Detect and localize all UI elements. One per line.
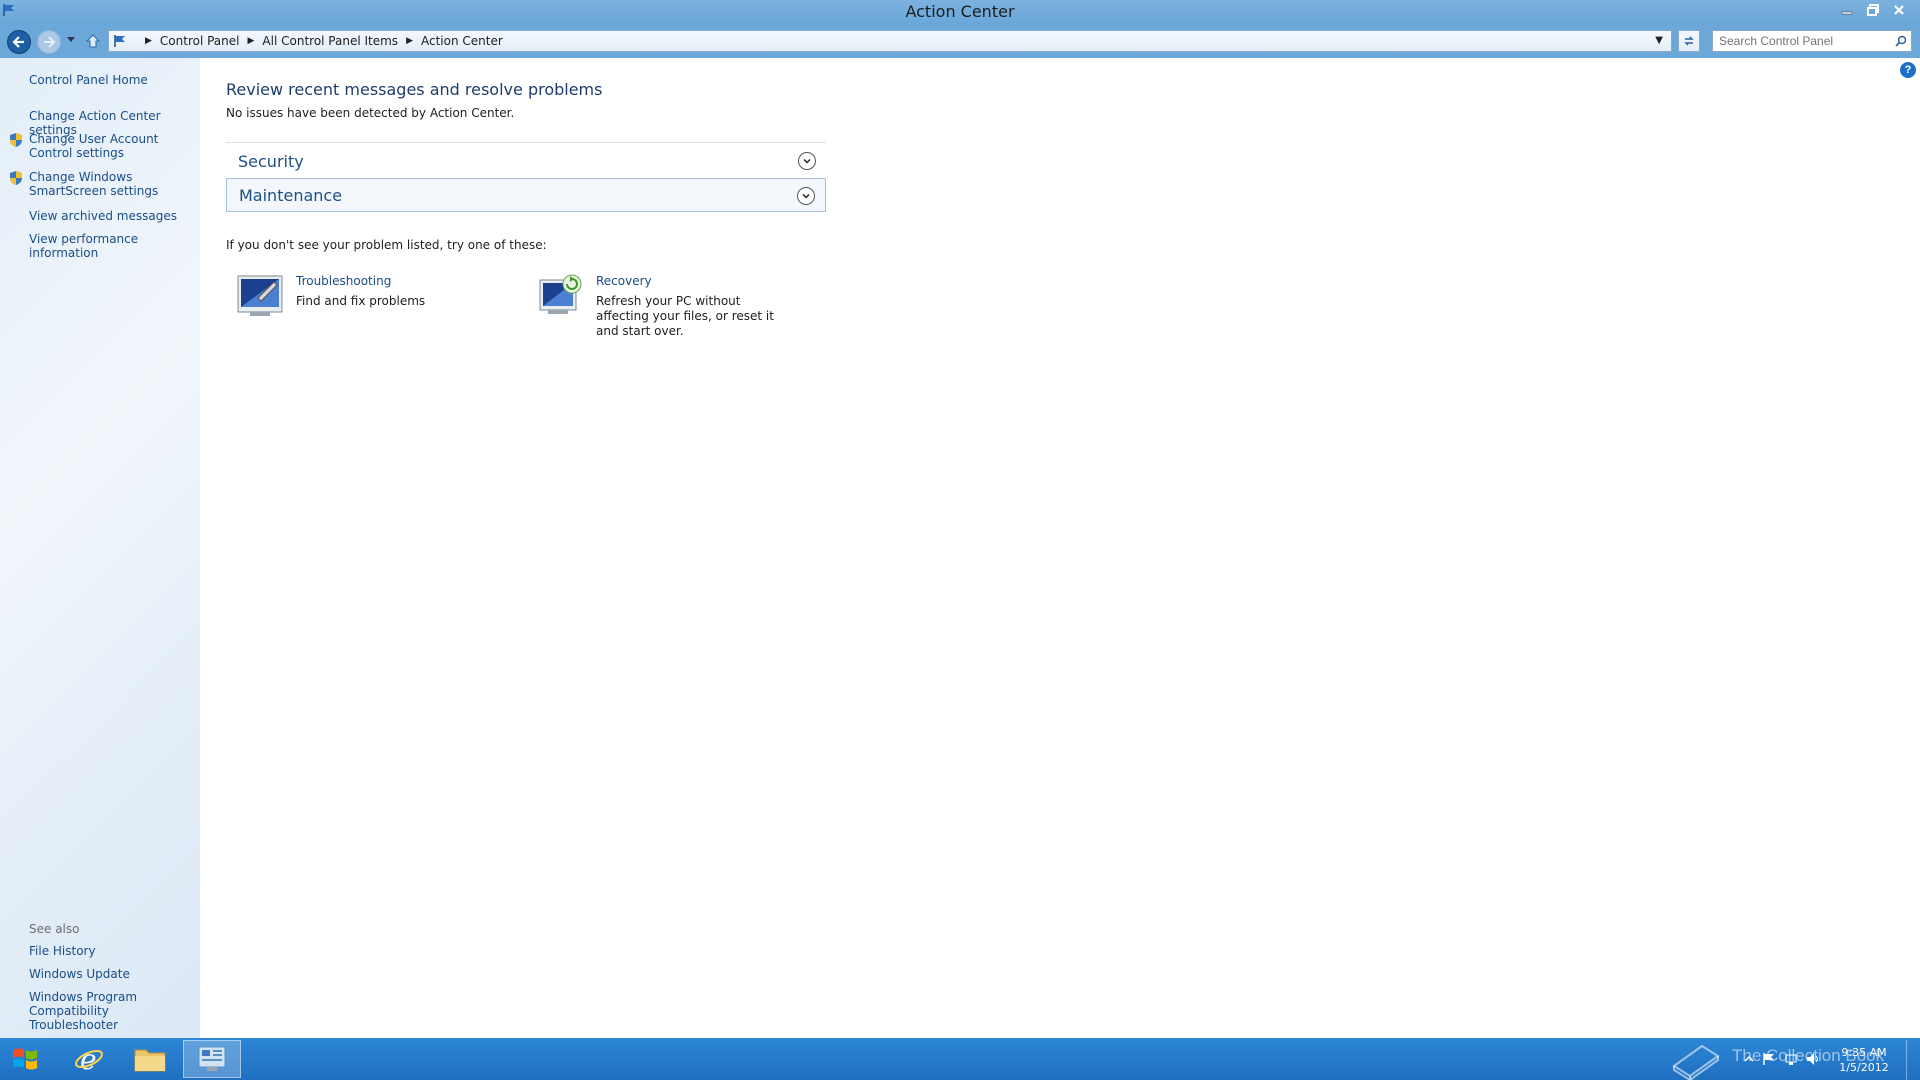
control-panel-flag-icon <box>114 35 125 47</box>
link-file-history[interactable]: File History <box>29 944 197 958</box>
troubleshooting-description: Find and fix problems <box>296 294 426 308</box>
section-security[interactable]: Security <box>226 144 826 178</box>
taskbar: e <box>0 1038 1920 1080</box>
uac-shield-icon <box>10 171 22 185</box>
troubleshooting-link[interactable]: Troubleshooting <box>296 274 391 288</box>
volume-icon[interactable] <box>1806 1052 1820 1066</box>
taskbar-control-panel[interactable] <box>183 1040 241 1078</box>
troubleshoot-hint: If you don't see your problem listed, tr… <box>226 238 547 252</box>
up-arrow-icon[interactable] <box>85 33 101 49</box>
search-icon[interactable] <box>1891 35 1911 47</box>
breadcrumb-control-panel[interactable]: Control Panel <box>160 34 240 48</box>
link-view-archived-messages[interactable]: View archived messages <box>29 209 197 223</box>
system-clock[interactable]: 9:35 AM 1/5/2012 <box>1834 1045 1894 1075</box>
control-panel-icon <box>198 1046 226 1071</box>
minimize-icon <box>1841 11 1853 15</box>
link-view-performance-information[interactable]: View performance information <box>29 232 197 260</box>
recovery-link[interactable]: Recovery <box>596 274 652 288</box>
uac-shield-icon <box>10 133 22 147</box>
breadcrumb-separator-icon[interactable]: ▶ <box>248 36 255 46</box>
address-field[interactable]: ▶ Control Panel ▶ All Control Panel Item… <box>108 30 1672 52</box>
close-button[interactable] <box>1886 0 1912 20</box>
link-change-uac-settings[interactable]: Change User Account Control settings <box>29 132 197 160</box>
restore-button[interactable] <box>1860 0 1886 20</box>
windows-start-icon[interactable] <box>10 1044 40 1074</box>
refresh-button[interactable] <box>1678 30 1700 52</box>
see-also-heading: See also <box>29 922 80 936</box>
restore-icon <box>1867 4 1879 16</box>
show-hidden-icons-icon[interactable] <box>1742 1052 1756 1066</box>
action-center-tray-icon[interactable] <box>1762 1052 1776 1066</box>
breadcrumb-all-items[interactable]: All Control Panel Items <box>262 34 398 48</box>
clock-time: 9:35 AM <box>1841 1046 1887 1059</box>
search-input[interactable] <box>1713 34 1891 48</box>
folder-icon <box>134 1049 166 1072</box>
page-title: Review recent messages and resolve probl… <box>226 80 603 99</box>
internet-explorer-icon: e <box>75 1044 103 1074</box>
window-controls <box>1834 0 1912 20</box>
refresh-icon <box>1684 36 1694 46</box>
recent-pages-dropdown-icon[interactable] <box>67 37 75 43</box>
link-program-compatibility-troubleshooter[interactable]: Windows Program Compatibility Troublesho… <box>29 990 194 1032</box>
link-change-smartscreen-settings[interactable]: Change Windows SmartScreen settings <box>29 170 197 198</box>
network-icon[interactable] <box>1784 1052 1798 1066</box>
arrow-left-icon <box>12 36 24 48</box>
breadcrumb-separator-icon[interactable]: ▶ <box>145 36 152 46</box>
main-content: ? Review recent messages and resolve pro… <box>200 58 1920 1038</box>
breadcrumb-separator-icon[interactable]: ▶ <box>406 36 413 46</box>
divider <box>226 142 826 143</box>
recovery-icon <box>539 274 582 314</box>
minimize-button[interactable] <box>1834 0 1860 20</box>
forward-button[interactable] <box>37 30 61 54</box>
show-desktop-button[interactable] <box>1906 1040 1918 1080</box>
taskbar-internet-explorer[interactable]: e <box>60 1040 118 1078</box>
link-windows-update[interactable]: Windows Update <box>29 967 197 981</box>
breadcrumb-action-center[interactable]: Action Center <box>421 34 503 48</box>
status-message: No issues have been detected by Action C… <box>226 106 515 120</box>
taskbar-file-explorer[interactable] <box>121 1040 179 1078</box>
window-title: Action Center <box>905 2 1015 21</box>
book-icon <box>1672 1044 1720 1080</box>
navigation-bar: ▶ Control Panel ▶ All Control Panel Item… <box>0 24 1920 58</box>
section-security-label: Security <box>238 151 304 171</box>
address-history-dropdown-icon[interactable]: ▼ <box>1655 35 1663 46</box>
clock-date: 1/5/2012 <box>1839 1061 1889 1074</box>
close-icon <box>1894 5 1904 15</box>
section-maintenance[interactable]: Maintenance <box>226 178 826 212</box>
chevron-down-icon[interactable] <box>798 152 816 170</box>
arrow-right-icon <box>44 36 56 48</box>
section-maintenance-label: Maintenance <box>239 185 343 205</box>
help-icon[interactable]: ? <box>1900 62 1916 78</box>
svg-text:e: e <box>80 1044 97 1074</box>
chevron-down-icon[interactable] <box>797 187 815 205</box>
link-control-panel-home[interactable]: Control Panel Home <box>29 73 197 87</box>
left-navigation-pane: Control Panel Home Change Action Center … <box>0 58 200 1038</box>
search-box[interactable] <box>1712 30 1912 52</box>
title-bar: Action Center <box>0 0 1920 24</box>
back-button[interactable] <box>7 30 31 54</box>
recovery-description: Refresh your PC without affecting your f… <box>596 294 774 338</box>
troubleshooting-icon <box>237 275 283 316</box>
